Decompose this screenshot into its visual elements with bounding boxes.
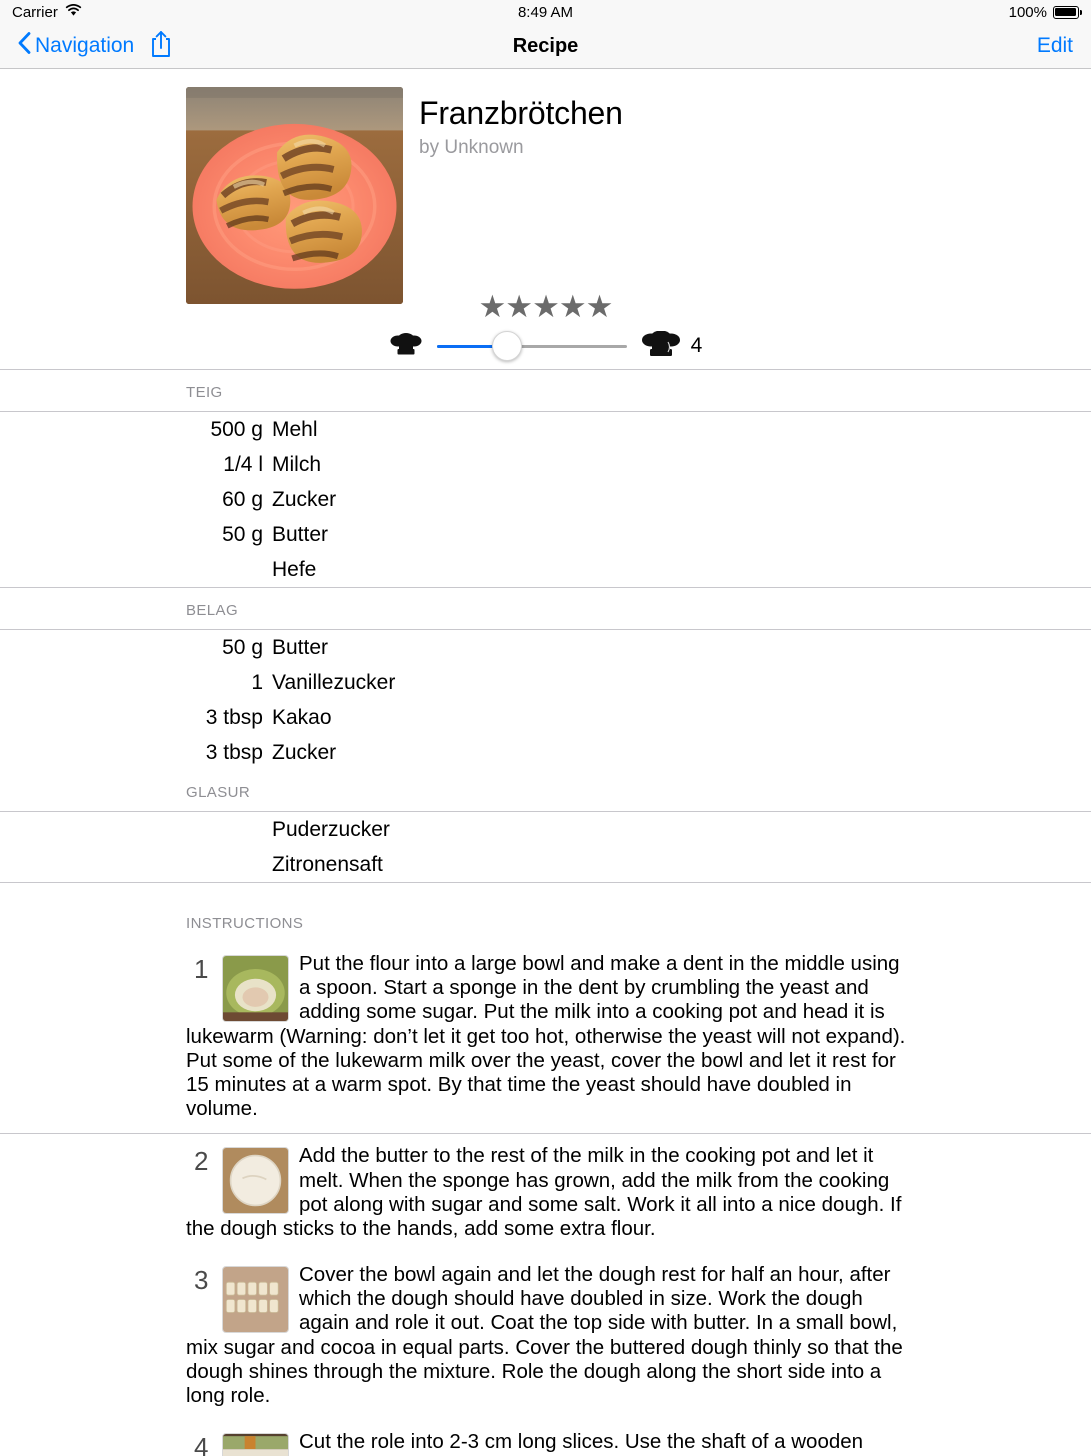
battery-percent-label: 100% xyxy=(1008,3,1047,21)
instruction-step[interactable]: 4 Cut the role into 2-3 cm long slices. … xyxy=(0,1420,1091,1456)
ingredient-name: Zucker xyxy=(272,740,337,764)
share-icon xyxy=(150,30,172,63)
edit-button[interactable]: Edit xyxy=(1037,34,1073,58)
recipe-title-block: Franzbrötchen by Unknown xyxy=(403,87,623,304)
recipe-author: by Unknown xyxy=(419,137,524,158)
step-thumbnail[interactable] xyxy=(222,1433,289,1456)
step-text: Add the butter to the rest of the milk i… xyxy=(186,1144,902,1240)
step-thumbnail[interactable] xyxy=(222,1266,289,1334)
step-text: Cut the role into 2-3 cm long slices. Us… xyxy=(299,1430,900,1456)
rating-stars[interactable]: ★★★★★ xyxy=(479,291,614,322)
section-header-belag: BELAG xyxy=(186,602,239,619)
ingredient-name: Zucker xyxy=(272,487,337,511)
step-text: Cover the bowl again and let the dough r… xyxy=(186,1263,903,1407)
navigation-bar: Navigation Recipe Edit xyxy=(0,24,1091,69)
ingredient-row[interactable]: 60 g Zucker xyxy=(0,482,1091,517)
chef-hat-small-icon xyxy=(389,333,423,359)
section-header-instructions: INSTRUCTIONS xyxy=(186,915,304,932)
ingredient-name: Vanillezucker xyxy=(272,670,396,694)
chef-hat-large-icon xyxy=(641,330,681,361)
step-number: 2 xyxy=(194,1146,209,1177)
instruction-step[interactable]: 1 Put the flour into a large bowl and ma… xyxy=(0,942,1091,1133)
ingredient-amount: 1 xyxy=(251,670,263,694)
servings-value: 4 xyxy=(690,334,703,357)
ingredients-list: TEIG 500 g Mehl 1/4 l Milch 60 g Zucker … xyxy=(0,369,1091,883)
section-header-glasur: GLASUR xyxy=(186,784,251,801)
navigation-bar-left: Navigation xyxy=(18,30,172,63)
recipe-screen: Carrier 8:49 AM 100% Navigation Recipe E… xyxy=(0,0,1091,1456)
ingredient-row[interactable]: 3 tbsp Zucker xyxy=(0,735,1091,770)
chevron-left-icon xyxy=(18,32,31,60)
section-header-teig: TEIG xyxy=(186,384,223,401)
ingredient-row[interactable]: Zitronensaft xyxy=(0,847,1091,882)
instruction-step[interactable]: 2 Add the butter to the rest of the milk… xyxy=(0,1134,1091,1253)
servings-row: 4 xyxy=(0,330,1091,361)
ingredient-name: Mehl xyxy=(272,417,318,441)
ingredient-amount: 500 g xyxy=(210,417,263,441)
ingredient-row[interactable]: 1 Vanillezucker xyxy=(0,665,1091,700)
ingredient-row[interactable]: 1/4 l Milch xyxy=(0,447,1091,482)
ingredient-name: Hefe xyxy=(272,557,317,581)
rating-row: ★★★★★ xyxy=(0,291,1091,322)
ingredient-name: Puderzucker xyxy=(272,817,390,841)
step-number: 1 xyxy=(194,954,209,984)
status-bar-left: Carrier xyxy=(12,4,82,21)
step-text: Put the flour into a large bowl and make… xyxy=(186,952,906,1121)
wifi-icon xyxy=(65,3,82,21)
servings-slider[interactable] xyxy=(436,331,627,361)
recipe-title: Franzbrötchen xyxy=(419,95,623,131)
ingredient-name: Kakao xyxy=(272,705,332,729)
carrier-label: Carrier xyxy=(12,3,58,21)
ingredient-row[interactable]: 50 g Butter xyxy=(0,630,1091,665)
ingredient-amount: 60 g xyxy=(222,487,263,511)
ingredient-row[interactable]: 50 g Butter xyxy=(0,517,1091,552)
recipe-photo[interactable] xyxy=(186,87,403,304)
instructions-list: INSTRUCTIONS 1 Put the flour into a larg… xyxy=(0,897,1091,1456)
ingredient-row[interactable]: 3 tbsp Kakao xyxy=(0,700,1091,735)
share-button[interactable] xyxy=(150,30,172,63)
step-thumbnail[interactable] xyxy=(222,955,289,1022)
ingredient-amount: 50 g xyxy=(222,635,263,659)
status-bar-right: 100% xyxy=(1008,3,1083,21)
ingredient-amount: 1/4 l xyxy=(223,452,263,476)
ingredient-row[interactable]: Hefe xyxy=(0,552,1091,587)
battery-full-icon xyxy=(1053,5,1083,19)
back-button-label: Navigation xyxy=(35,34,135,57)
status-bar: Carrier 8:49 AM 100% xyxy=(0,0,1091,24)
ingredient-name: Milch xyxy=(272,452,322,476)
step-thumbnail[interactable] xyxy=(222,1147,289,1215)
ingredient-amount: 3 tbsp xyxy=(205,705,263,729)
step-number: 3 xyxy=(194,1265,209,1296)
back-button[interactable]: Navigation xyxy=(18,32,134,60)
status-bar-time: 8:49 AM xyxy=(517,3,574,21)
ingredient-amount: 3 tbsp xyxy=(205,740,263,764)
step-number: 4 xyxy=(194,1432,209,1456)
ingredient-row[interactable]: 500 g Mehl xyxy=(0,412,1091,447)
ingredient-name: Butter xyxy=(272,522,329,546)
ingredient-name: Zitronensaft xyxy=(272,852,383,876)
ingredient-name: Butter xyxy=(272,635,329,659)
ingredient-row[interactable]: Puderzucker xyxy=(0,812,1091,847)
ingredient-amount: 50 g xyxy=(222,522,263,546)
instruction-step[interactable]: 3 Cover the bowl again and let the dough… xyxy=(0,1253,1091,1420)
slider-thumb[interactable] xyxy=(491,331,522,361)
recipe-header: Franzbrötchen by Unknown ★★★★★ 4 xyxy=(0,69,1091,369)
